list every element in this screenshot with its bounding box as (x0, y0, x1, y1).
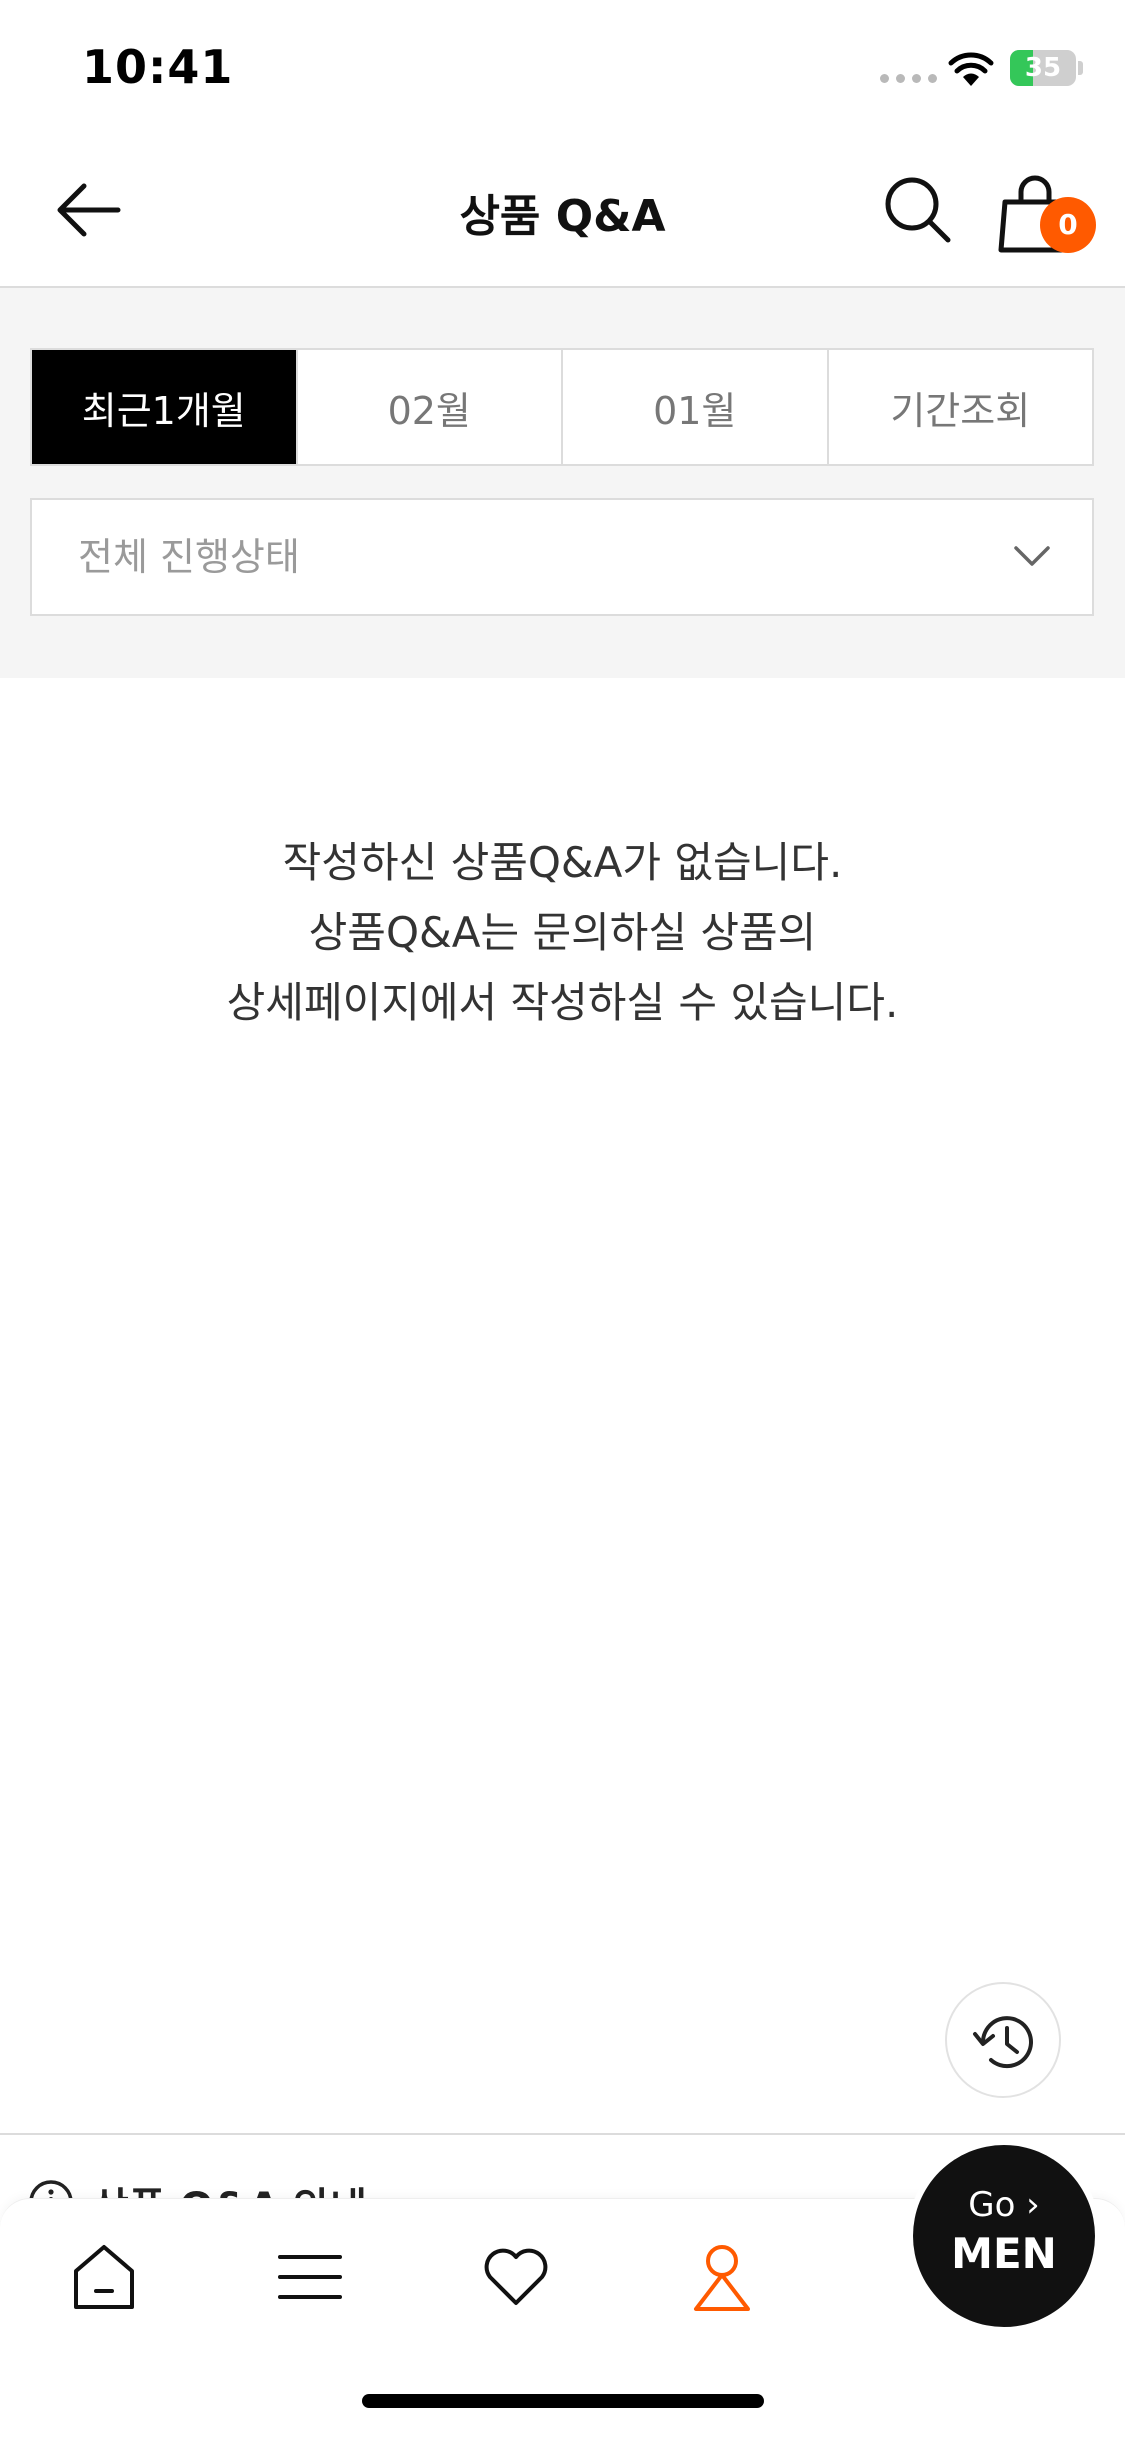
cart-count-badge: 0 (1040, 197, 1096, 253)
empty-line-2: 상품Q&A는 문의하실 상품의 (308, 908, 817, 957)
empty-state-message: 작성하신 상품Q&A가 없습니다. 상품Q&A는 문의하실 상품의 상세페이지에… (0, 828, 1125, 1038)
period-tabs: 최근1개월 02월 01월 기간조회 (30, 348, 1094, 466)
status-bar: 10:41 35 (0, 0, 1125, 140)
status-select-label: 전체 진행상태 (78, 535, 300, 579)
menu-icon[interactable] (270, 2237, 350, 2317)
chevron-down-icon (1014, 546, 1050, 566)
home-icon[interactable] (64, 2237, 144, 2317)
empty-line-3: 상세페이지에서 작성하실 수 있습니다. (226, 978, 899, 1027)
signal-icon (880, 74, 937, 83)
go-men-line-2: MEN (951, 2229, 1057, 2278)
go-men-button[interactable]: Go › MEN (913, 2145, 1095, 2327)
person-icon[interactable] (682, 2237, 762, 2317)
battery-icon: 35 (1010, 50, 1083, 86)
wifi-icon (948, 52, 994, 86)
empty-line-1: 작성하신 상품Q&A가 없습니다. (282, 838, 843, 887)
status-select[interactable]: 전체 진행상태 (30, 498, 1094, 616)
tab-recent-1-month[interactable]: 최근1개월 (32, 350, 296, 464)
heart-icon[interactable] (476, 2237, 556, 2317)
battery-level: 35 (1024, 53, 1062, 83)
tab-january[interactable]: 01월 (561, 350, 827, 464)
filter-area: 최근1개월 02월 01월 기간조회 전체 진행상태 (0, 288, 1125, 678)
recent-history-button[interactable] (945, 1982, 1061, 2098)
tab-february[interactable]: 02월 (295, 350, 562, 464)
history-icon (973, 2016, 1033, 2069)
go-men-line-1: Go › (968, 2185, 1040, 2225)
home-indicator (362, 2394, 764, 2408)
search-icon[interactable] (878, 170, 958, 250)
tab-period-search[interactable]: 기간조회 (826, 350, 1093, 464)
header: 상품 Q&A 0 (0, 140, 1125, 288)
status-time: 10:41 (82, 40, 234, 94)
